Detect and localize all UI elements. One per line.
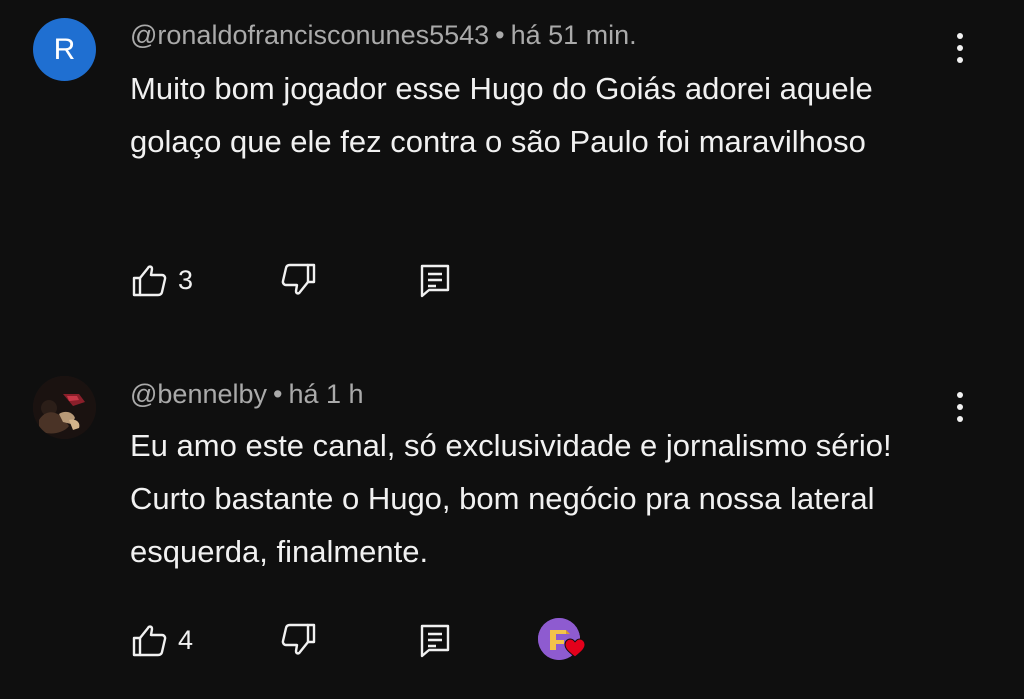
like-button[interactable]: 3 bbox=[130, 260, 193, 300]
creator-avatar bbox=[538, 618, 586, 662]
comment-header: @bennelby • há 1 h bbox=[130, 379, 364, 410]
more-vert-icon[interactable] bbox=[945, 28, 975, 68]
thumb-down-icon bbox=[281, 263, 316, 295]
comment-time[interactable]: há 51 min. bbox=[511, 20, 637, 50]
dislike-button[interactable] bbox=[278, 260, 318, 300]
comment-item: @bennelby • há 1 h Eu amo este canal, só e… bbox=[0, 360, 1024, 699]
thumb-up-icon bbox=[132, 265, 167, 297]
reply-icon bbox=[420, 264, 450, 298]
comment-item: R @ronaldofrancisconunes5543 • há 51 min. … bbox=[0, 0, 1024, 340]
like-count: 4 bbox=[178, 624, 194, 655]
avatar-photo bbox=[33, 376, 96, 439]
separator-dot: • bbox=[273, 379, 283, 409]
more-vert-icon[interactable] bbox=[945, 387, 975, 427]
thumb-up-icon bbox=[132, 625, 167, 657]
creator-heart bbox=[538, 618, 586, 662]
comment-actions: 4 bbox=[130, 618, 730, 662]
comment-text: Muito bom jogador esse Hugo do Goiás ado… bbox=[130, 71, 873, 159]
thumb-down-icon bbox=[281, 623, 316, 655]
like-button[interactable]: 4 bbox=[130, 620, 193, 660]
author-handle[interactable]: @bennelby bbox=[130, 379, 267, 409]
reply-button[interactable] bbox=[415, 620, 455, 660]
comment-time[interactable]: há 1 h bbox=[288, 379, 363, 409]
comment-text: Eu amo este canal, só exclusividade e jo… bbox=[130, 428, 892, 569]
avatar[interactable]: R bbox=[33, 18, 96, 81]
like-count: 3 bbox=[178, 264, 194, 295]
comment-actions: 3 bbox=[130, 260, 730, 300]
comments-section: R @ronaldofrancisconunes5543 • há 51 min. … bbox=[0, 0, 1024, 699]
separator-dot: • bbox=[495, 20, 505, 50]
reply-icon bbox=[420, 624, 450, 658]
comment-header: @ronaldofrancisconunes5543 • há 51 min. bbox=[130, 20, 637, 51]
author-handle[interactable]: @ronaldofrancisconunes5543 bbox=[130, 20, 489, 50]
creator-heart-icon bbox=[564, 638, 586, 658]
dislike-button[interactable] bbox=[278, 620, 318, 660]
avatar-letter: R bbox=[53, 32, 76, 66]
avatar[interactable] bbox=[33, 376, 96, 439]
reply-button[interactable] bbox=[415, 260, 455, 300]
